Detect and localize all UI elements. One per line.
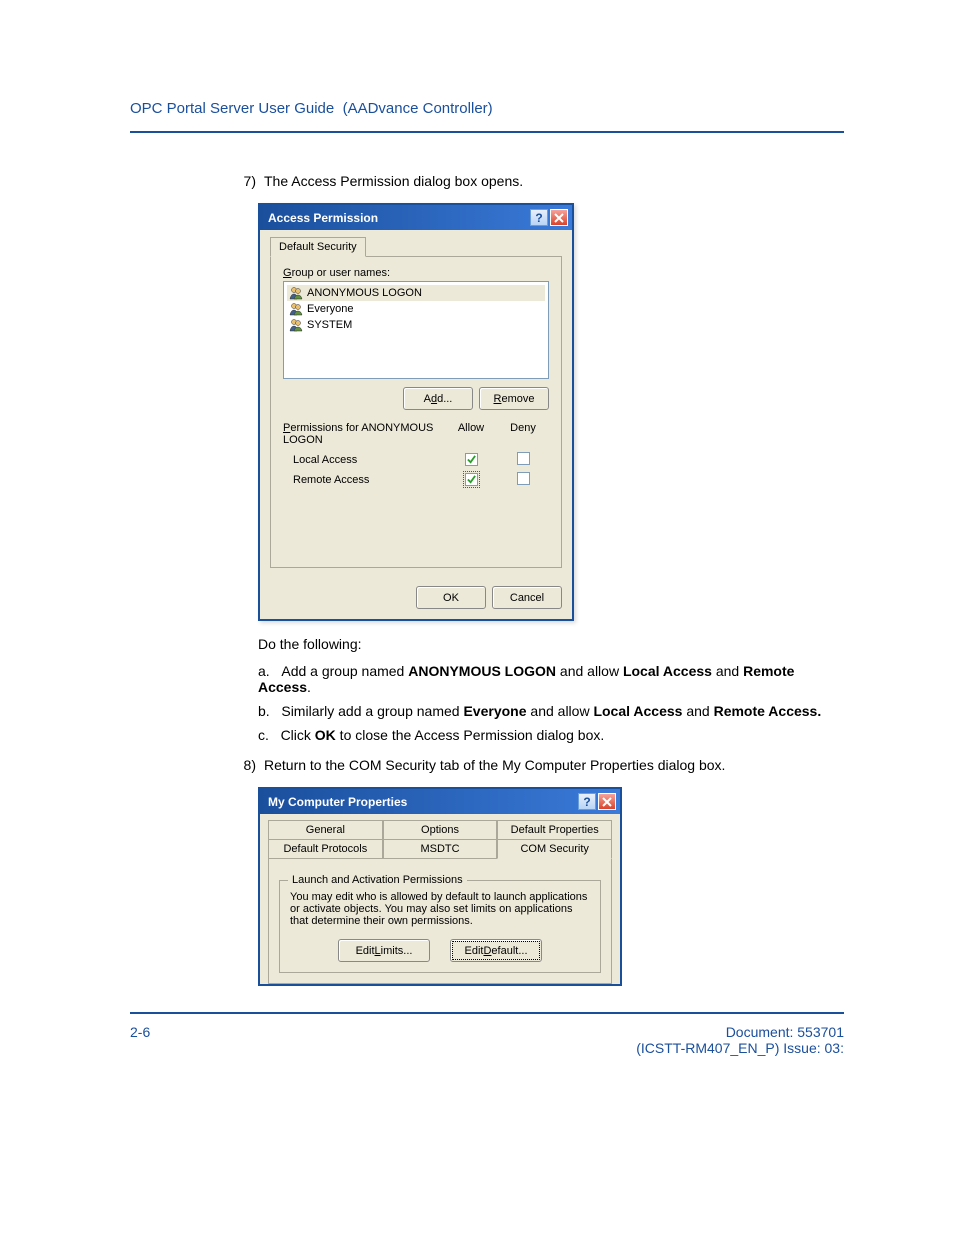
close-icon [554,213,564,223]
step-8-text: Return to the COM Security tab of the My… [264,757,844,773]
access-permission-dialog: Access Permission ? Default Security Gro… [258,203,574,621]
substep-b: b. Similarly add a group named Everyone … [258,703,844,719]
tab-default-security[interactable]: Default Security [270,237,366,257]
tab-default-protocols[interactable]: Default Protocols [268,839,383,859]
close-button[interactable] [550,209,568,226]
tab-options[interactable]: Options [383,820,498,840]
deny-header: Deny [497,422,549,446]
list-item-label: ANONYMOUS LOGON [307,287,422,299]
tab-com-security[interactable]: COM Security [497,839,612,859]
user-listbox[interactable]: ANONYMOUS LOGON Everyone SYSTEM [283,281,549,379]
doc-number: Document: 553701 [726,1024,844,1040]
edit-default-button[interactable]: Edit Default... [450,939,542,962]
cancel-button[interactable]: Cancel [492,586,562,609]
list-item[interactable]: ANONYMOUS LOGON [287,285,545,301]
page-number: 2-6 [130,1024,150,1056]
page-header: OPC Portal Server User Guide (AADvance C… [130,100,844,133]
close-button[interactable] [598,793,616,810]
remote-allow-checkbox[interactable] [465,473,478,486]
step-7-number: 7) [230,173,264,189]
dialog-title: Access Permission [268,211,378,225]
perm-local-access: Local Access [293,454,445,466]
list-item[interactable]: Everyone [287,301,545,317]
user-group-icon [289,286,303,300]
list-item-label: SYSTEM [307,319,352,331]
dialog2-title: My Computer Properties [268,795,407,809]
ok-button[interactable]: OK [416,586,486,609]
group-names-label: Group or user names: [283,267,549,279]
step-7-text: The Access Permission dialog box opens. [264,173,844,189]
local-deny-checkbox[interactable] [517,452,530,465]
local-allow-checkbox[interactable] [465,453,478,466]
doc-issue: (ICSTT-RM407_EN_P) Issue: 03: [636,1040,844,1056]
tab-general[interactable]: General [268,820,383,840]
doc-title: OPC Portal Server User Guide [130,100,334,117]
list-item-label: Everyone [307,303,353,315]
group-text: You may edit who is allowed by default t… [290,891,590,927]
group-legend: Launch and Activation Permissions [288,874,467,886]
user-group-icon [289,302,303,316]
launch-activation-group: Launch and Activation Permissions You ma… [279,880,601,973]
my-computer-properties-dialog: My Computer Properties ? General Options… [258,787,622,986]
tab-msdtc[interactable]: MSDTC [383,839,498,859]
remote-deny-checkbox[interactable] [517,472,530,485]
help-button[interactable]: ? [578,793,596,810]
permissions-for-label: Permissions for ANONYMOUS LOGON [283,422,445,446]
perm-remote-access: Remote Access [293,474,445,486]
substep-a: a. Add a group named ANONYMOUS LOGON and… [258,663,844,695]
doc-subtitle: (AADvance Controller) [343,100,493,117]
remove-button[interactable]: Remove [479,387,549,410]
dialog-titlebar[interactable]: Access Permission ? [260,205,572,230]
do-the-following: Do the following: [258,635,844,653]
tab-default-properties[interactable]: Default Properties [497,820,612,840]
user-group-icon [289,318,303,332]
page-footer: 2-6 Document: 553701 (ICSTT-RM407_EN_P) … [130,1012,844,1056]
edit-limits-button[interactable]: Edit Limits... [338,939,430,962]
substep-c: c. Click OK to close the Access Permissi… [258,727,844,743]
close-icon [602,797,612,807]
list-item[interactable]: SYSTEM [287,317,545,333]
help-button[interactable]: ? [530,209,548,226]
step-8-number: 8) [230,757,264,773]
dialog2-titlebar[interactable]: My Computer Properties ? [260,789,620,814]
allow-header: Allow [445,422,497,446]
add-button[interactable]: Add... [403,387,473,410]
